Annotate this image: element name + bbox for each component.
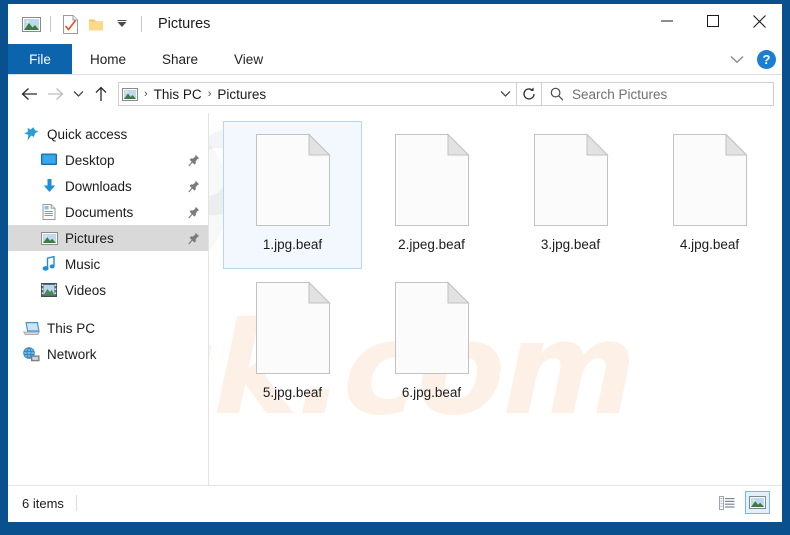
file-tile[interactable]: 4.jpg.beaf — [640, 121, 779, 269]
refresh-icon[interactable] — [516, 83, 541, 105]
status-divider — [75, 495, 77, 511]
status-bar: 6 items — [8, 485, 782, 520]
large-icons-view-icon[interactable] — [745, 491, 770, 514]
navigation-pane: Quick access Desktop Downloads Documents… — [8, 113, 209, 485]
sidebar-item-documents[interactable]: Documents — [8, 199, 208, 225]
address-bar: › This PC › Pictures Search Pictures — [8, 75, 782, 113]
sidebar-item-this-pc[interactable]: This PC — [8, 315, 208, 341]
sidebar-item-label: Network — [47, 346, 97, 362]
document-icon — [40, 203, 58, 221]
explorer-window: Pictures File Home Share View ? › This P… — [8, 4, 782, 522]
computer-icon — [22, 319, 40, 337]
file-tile[interactable]: 1.jpg.beaf — [223, 121, 362, 269]
sidebar-item-label: Documents — [65, 204, 134, 220]
ribbon-right-controls: ? — [725, 44, 776, 74]
item-count: 6 items — [22, 495, 64, 511]
desktop-icon — [40, 151, 58, 169]
breadcrumb-item-this-pc[interactable]: This PC — [151, 87, 205, 102]
file-tile[interactable]: 5.jpg.beaf — [223, 269, 362, 417]
help-button[interactable]: ? — [757, 49, 776, 69]
sidebar-item-music[interactable]: Music — [8, 251, 208, 277]
sidebar-item-label: Videos — [65, 282, 107, 298]
blank-file-icon — [533, 133, 609, 226]
picture-icon — [119, 87, 141, 101]
sidebar-item-label: Downloads — [65, 178, 132, 194]
maximize-button[interactable] — [690, 4, 736, 38]
window-title: Pictures — [158, 16, 211, 32]
explorer-body: pc risk.com Quick access — [8, 75, 782, 485]
file-grid: 1.jpg.beaf 2.jpeg.beaf 3.jpg.beaf 4.jpg.… — [209, 113, 782, 417]
file-name: 6.jpg.beaf — [401, 385, 462, 400]
tab-share[interactable]: Share — [144, 44, 216, 74]
sidebar-item-downloads[interactable]: Downloads — [8, 173, 208, 199]
sidebar-item-network[interactable]: Network — [8, 341, 208, 367]
breadcrumb[interactable]: › This PC › Pictures — [118, 82, 542, 106]
file-name: 1.jpg.beaf — [262, 237, 323, 252]
file-name: 2.jpeg.beaf — [398, 237, 465, 252]
breadcrumb-separator: › — [207, 88, 212, 100]
file-name: 4.jpg.beaf — [679, 237, 740, 252]
forward-arrow-icon — [42, 81, 68, 107]
tab-file[interactable]: File — [8, 44, 72, 74]
video-icon — [40, 281, 58, 299]
picture-icon — [40, 229, 58, 247]
properties-icon[interactable] — [57, 11, 83, 37]
sidebar-item-label: Pictures — [65, 230, 114, 246]
toolbar-divider — [50, 16, 51, 32]
breadcrumb-separator: › — [144, 88, 148, 100]
up-arrow-icon[interactable] — [88, 81, 114, 107]
title-divider — [141, 16, 142, 32]
search-input[interactable]: Search Pictures — [542, 82, 774, 106]
new-folder-icon[interactable] — [83, 11, 109, 37]
recent-locations-icon[interactable] — [68, 81, 88, 107]
download-icon — [40, 177, 58, 195]
file-tile[interactable]: 2.jpeg.beaf — [362, 121, 501, 269]
screen: Pictures File Home Share View ? › This P… — [0, 0, 790, 535]
blank-file-icon — [394, 133, 470, 226]
sidebar-item-pictures[interactable]: Pictures — [8, 225, 208, 251]
close-button[interactable] — [736, 4, 782, 38]
file-list-pane[interactable]: 1.jpg.beaf 2.jpeg.beaf 3.jpg.beaf 4.jpg.… — [209, 113, 782, 485]
file-tile[interactable]: 3.jpg.beaf — [501, 121, 640, 269]
file-tile[interactable]: 6.jpg.beaf — [362, 269, 501, 417]
blank-file-icon — [672, 133, 748, 226]
search-icon — [542, 87, 572, 101]
music-icon — [40, 255, 58, 273]
pin-icon[interactable] — [188, 206, 200, 219]
tab-view[interactable]: View — [216, 44, 281, 74]
blank-file-icon — [255, 281, 331, 374]
file-name: 5.jpg.beaf — [262, 385, 323, 400]
pin-icon[interactable] — [188, 154, 200, 167]
view-mode-buttons — [714, 491, 770, 514]
pin-icon[interactable] — [188, 232, 200, 245]
file-name: 3.jpg.beaf — [540, 237, 601, 252]
sidebar-item-label: Quick access — [47, 126, 128, 142]
picture-icon — [18, 11, 44, 37]
blank-file-icon — [255, 133, 331, 226]
pin-icon[interactable] — [188, 180, 200, 193]
ribbon-tab-bar: File Home Share View ? — [8, 44, 782, 75]
search-placeholder: Search Pictures — [572, 86, 668, 102]
tab-home[interactable]: Home — [72, 44, 144, 74]
window-controls — [644, 4, 782, 38]
breadcrumb-item-pictures[interactable]: Pictures — [214, 87, 269, 102]
blank-file-icon — [394, 281, 470, 374]
quick-access-toolbar: Pictures — [8, 4, 210, 44]
minimize-button[interactable] — [644, 4, 690, 38]
sidebar-item-quick-access[interactable]: Quick access — [8, 121, 208, 147]
title-bar: Pictures — [8, 4, 782, 44]
back-arrow-icon[interactable] — [16, 81, 42, 107]
sidebar-item-label: Desktop — [65, 152, 115, 168]
sidebar-item-videos[interactable]: Videos — [8, 277, 208, 303]
details-view-icon[interactable] — [714, 491, 739, 514]
chevron-down-icon[interactable] — [494, 83, 516, 105]
star-icon — [22, 125, 40, 143]
sidebar-item-desktop[interactable]: Desktop — [8, 147, 208, 173]
network-icon — [22, 345, 40, 363]
customize-chevron-icon[interactable] — [109, 11, 135, 37]
sidebar-item-label: Music — [65, 256, 101, 272]
chevron-down-icon[interactable] — [725, 47, 749, 71]
sidebar-item-label: This PC — [47, 320, 96, 336]
